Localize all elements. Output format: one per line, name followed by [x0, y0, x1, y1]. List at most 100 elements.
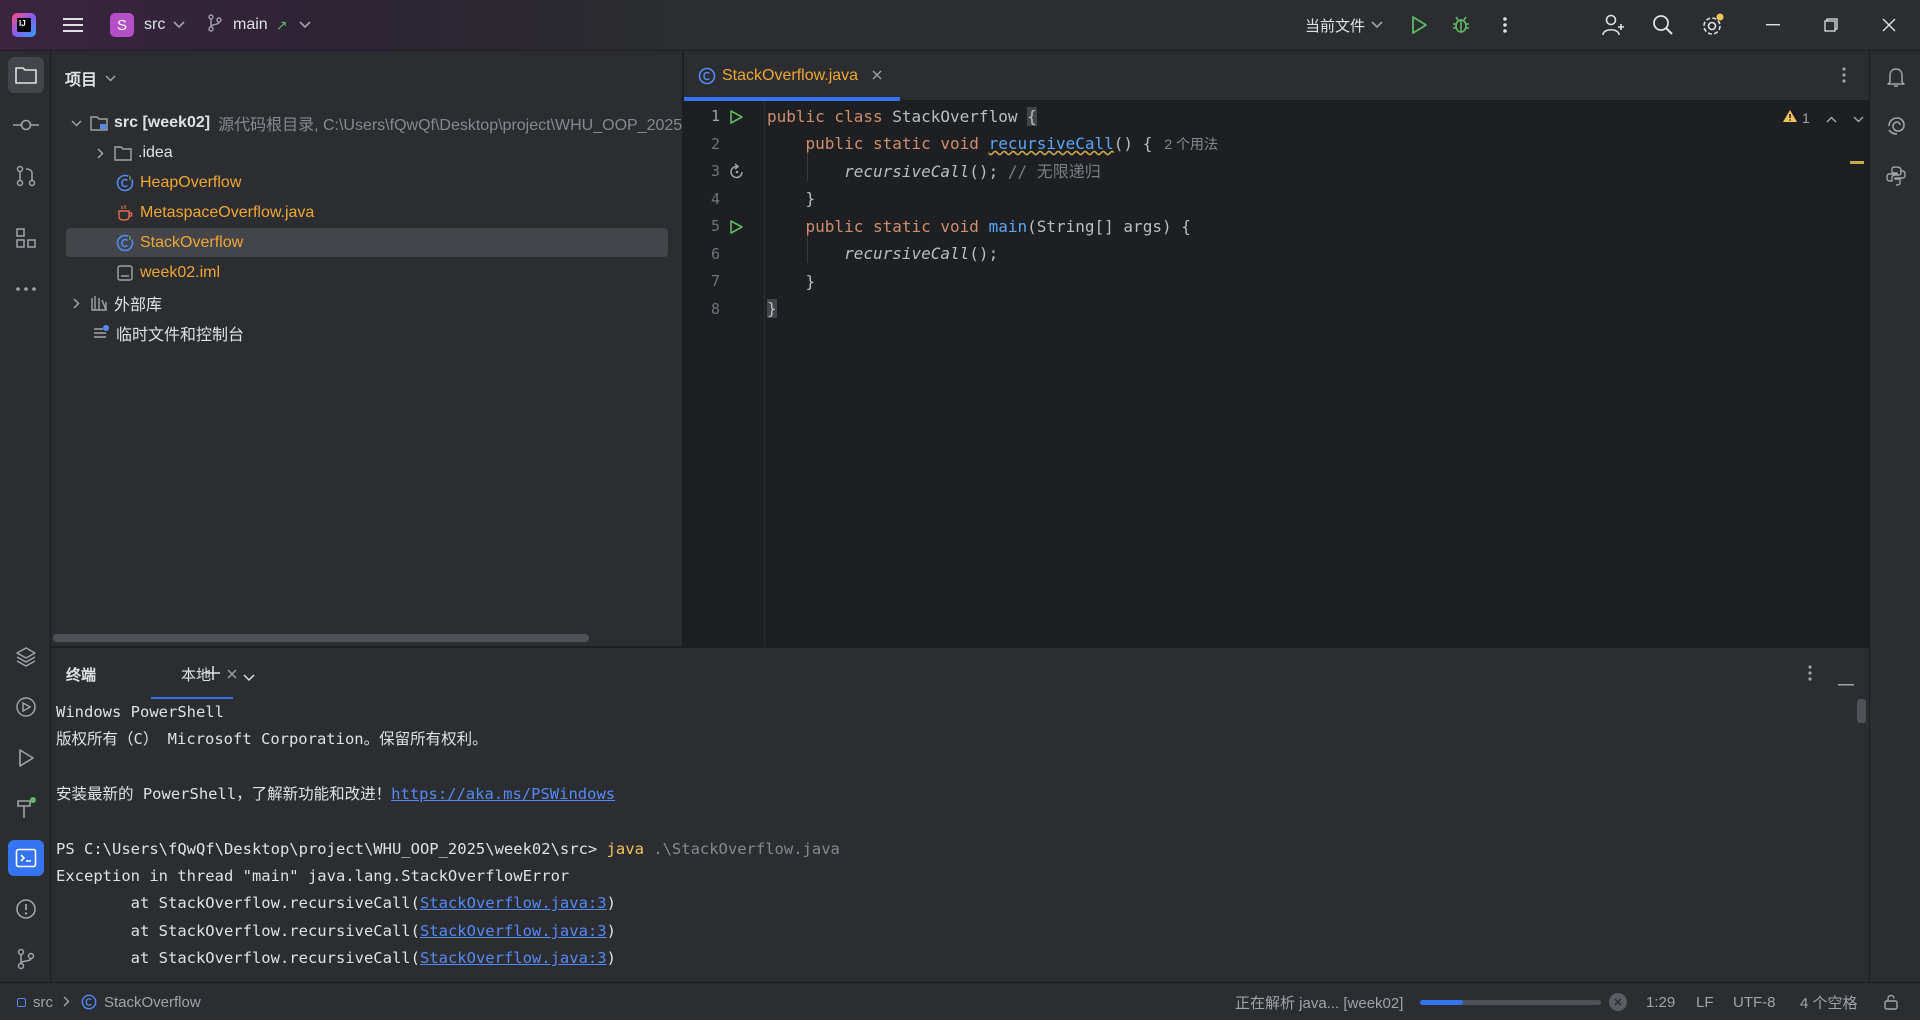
java-file-icon: [116, 204, 134, 222]
folder-icon: [114, 144, 132, 162]
cancel-task-icon[interactable]: [1609, 993, 1627, 1011]
python-console-icon[interactable]: [1878, 158, 1914, 194]
code-line-4: }: [767, 189, 816, 208]
project-tool-icon[interactable]: [8, 57, 44, 93]
terminal-line: Windows PowerShell: [56, 703, 224, 721]
tree-item-stackoverflow[interactable]: StackOverflow: [116, 229, 243, 257]
tree-item-metaspaceoverflow[interactable]: MetaspaceOverflow.java: [116, 199, 314, 227]
main-menu-icon[interactable]: [60, 12, 86, 38]
terminal-tool-icon[interactable]: [8, 840, 44, 876]
new-terminal-tab-icon[interactable]: [205, 665, 221, 686]
structure-tool-icon[interactable]: [8, 220, 44, 256]
pull-requests-icon[interactable]: [8, 158, 44, 194]
line-number: 5: [710, 217, 720, 235]
settings-gear-icon[interactable]: [1700, 12, 1726, 38]
add-user-icon[interactable]: [1600, 12, 1626, 38]
breadcrumb: src StackOverflow: [17, 983, 201, 1020]
chevron-right-icon: [63, 994, 70, 1011]
branch-switcher[interactable]: main ↗: [207, 12, 311, 38]
terminal-output[interactable]: Windows PowerShell 版权所有（C） Microsoft Cor…: [51, 699, 1869, 982]
search-icon[interactable]: [1650, 12, 1676, 38]
terminal-more-icon[interactable]: [1808, 665, 1812, 686]
code-editor[interactable]: 1 2 3 4 5 6 7 8 public class StackOverfl…: [684, 101, 1869, 646]
terminal-options-chevron-icon[interactable]: [243, 669, 255, 687]
warning-stripe-marker[interactable]: [1850, 161, 1864, 164]
notifications-bell-icon[interactable]: [1878, 59, 1914, 95]
gutter-divider: [764, 101, 765, 646]
minimize-window-icon[interactable]: [1760, 12, 1786, 38]
close-window-icon[interactable]: [1876, 12, 1902, 38]
chevron-up-icon[interactable]: [1826, 110, 1837, 126]
terminal-line: Exception in thread "main" java.lang.Sta…: [56, 867, 570, 885]
run-tool-icon[interactable]: [8, 740, 44, 776]
project-name: src: [144, 16, 166, 33]
run-config-selector[interactable]: 当前文件: [1305, 12, 1383, 38]
tree-item-idea[interactable]: .idea: [92, 139, 173, 167]
ai-assistant-icon[interactable]: [1878, 108, 1914, 144]
powershell-link[interactable]: https://aka.ms/PSWindows: [391, 785, 615, 803]
tree-item-external-libraries[interactable]: 外部库: [68, 289, 162, 317]
layers-services-icon[interactable]: [8, 639, 44, 675]
file-encoding[interactable]: UTF-8: [1733, 983, 1776, 1020]
services-tool-icon[interactable]: [8, 689, 44, 725]
background-task-label[interactable]: 正在解析 java... [week02]: [1235, 983, 1403, 1020]
chevron-right-icon[interactable]: [92, 145, 108, 161]
source-link[interactable]: StackOverflow.java:3: [420, 922, 607, 940]
line-separator[interactable]: LF: [1696, 983, 1714, 1020]
indent-setting[interactable]: 4 个空格: [1800, 983, 1858, 1020]
more-actions-icon[interactable]: [1492, 12, 1518, 38]
breadcrumb-file[interactable]: StackOverflow: [104, 994, 201, 1011]
breadcrumb-root[interactable]: src: [33, 994, 53, 1011]
source-link[interactable]: StackOverflow.java:3: [420, 949, 607, 967]
horizontal-scrollbar[interactable]: [53, 634, 589, 642]
hide-panel-icon[interactable]: [1838, 673, 1854, 691]
usage-inlay-hint[interactable]: 2 个用法: [1164, 136, 1218, 152]
terminal-tab-local[interactable]: 本地: [151, 648, 249, 700]
vertical-scrollbar[interactable]: [1857, 699, 1866, 723]
tab-label: StackOverflow.java: [722, 67, 859, 84]
tree-item-week02-iml[interactable]: week02.iml: [116, 259, 220, 287]
build-tool-icon[interactable]: [8, 790, 44, 826]
line-number: 2: [710, 135, 720, 153]
intellij-logo-icon[interactable]: IJ: [12, 13, 36, 37]
chevron-right-icon[interactable]: [68, 295, 84, 311]
recursive-call-gutter-icon[interactable]: [728, 163, 746, 186]
terminal-prompt: PS C:\Users\fQwQf\Desktop\project\WHU_OO…: [56, 840, 607, 858]
editor-tab-stackoverflow[interactable]: StackOverflow.java: [698, 51, 882, 101]
git-tool-icon[interactable]: [8, 941, 44, 977]
project-panel-header[interactable]: 项目: [65, 66, 116, 90]
restore-window-icon[interactable]: [1818, 12, 1844, 38]
terminal-argument: .\StackOverflow.java: [643, 840, 840, 858]
project-panel: 项目 src [week02] 源代码根目录, C:\Users\fQwQf\D…: [51, 51, 683, 646]
run-config-label: 当前文件: [1305, 17, 1366, 35]
close-tab-icon[interactable]: [227, 666, 237, 683]
right-tool-strip: [1869, 51, 1920, 982]
code-line-2: public static void recursiveCall() {2 个用…: [805, 134, 1219, 153]
inspection-widget[interactable]: 1: [1782, 109, 1864, 126]
tree-item-src[interactable]: src [week02] 源代码根目录, C:\Users\fQwQf\Desk…: [68, 109, 682, 137]
read-only-lock-icon[interactable]: [1883, 994, 1899, 1014]
problems-tool-icon[interactable]: [8, 891, 44, 927]
debug-icon[interactable]: [1448, 12, 1474, 38]
project-switcher[interactable]: S src: [110, 12, 185, 38]
terminal-text: 安装最新的 PowerShell，了解新功能和改进！: [56, 785, 392, 803]
tree-label: 外部库: [114, 297, 163, 314]
scratches-icon: [92, 324, 110, 342]
source-link[interactable]: StackOverflow.java:3: [420, 894, 607, 912]
commit-tool-icon[interactable]: [8, 107, 44, 143]
run-icon[interactable]: [1406, 12, 1432, 38]
status-bar: src StackOverflow 正在解析 java... [week02] …: [0, 982, 1920, 1020]
warning-triangle-icon: [1782, 109, 1798, 126]
branch-name: main: [233, 16, 268, 33]
caret-position[interactable]: 1:29: [1646, 983, 1675, 1020]
tree-item-scratches[interactable]: 临时文件和控制台: [92, 319, 244, 347]
title-bar: IJ S src main ↗ 当前文件: [0, 0, 1920, 51]
tree-item-heapoverflow[interactable]: HeapOverflow: [116, 169, 241, 197]
run-main-gutter-icon[interactable]: [728, 219, 744, 240]
run-class-gutter-icon[interactable]: [728, 109, 744, 130]
tab-more-icon[interactable]: [1842, 67, 1846, 88]
chevron-down-icon[interactable]: [68, 115, 84, 131]
more-tools-icon[interactable]: [8, 271, 44, 307]
chevron-down-icon[interactable]: [1853, 110, 1864, 126]
close-tab-icon[interactable]: [872, 67, 882, 85]
